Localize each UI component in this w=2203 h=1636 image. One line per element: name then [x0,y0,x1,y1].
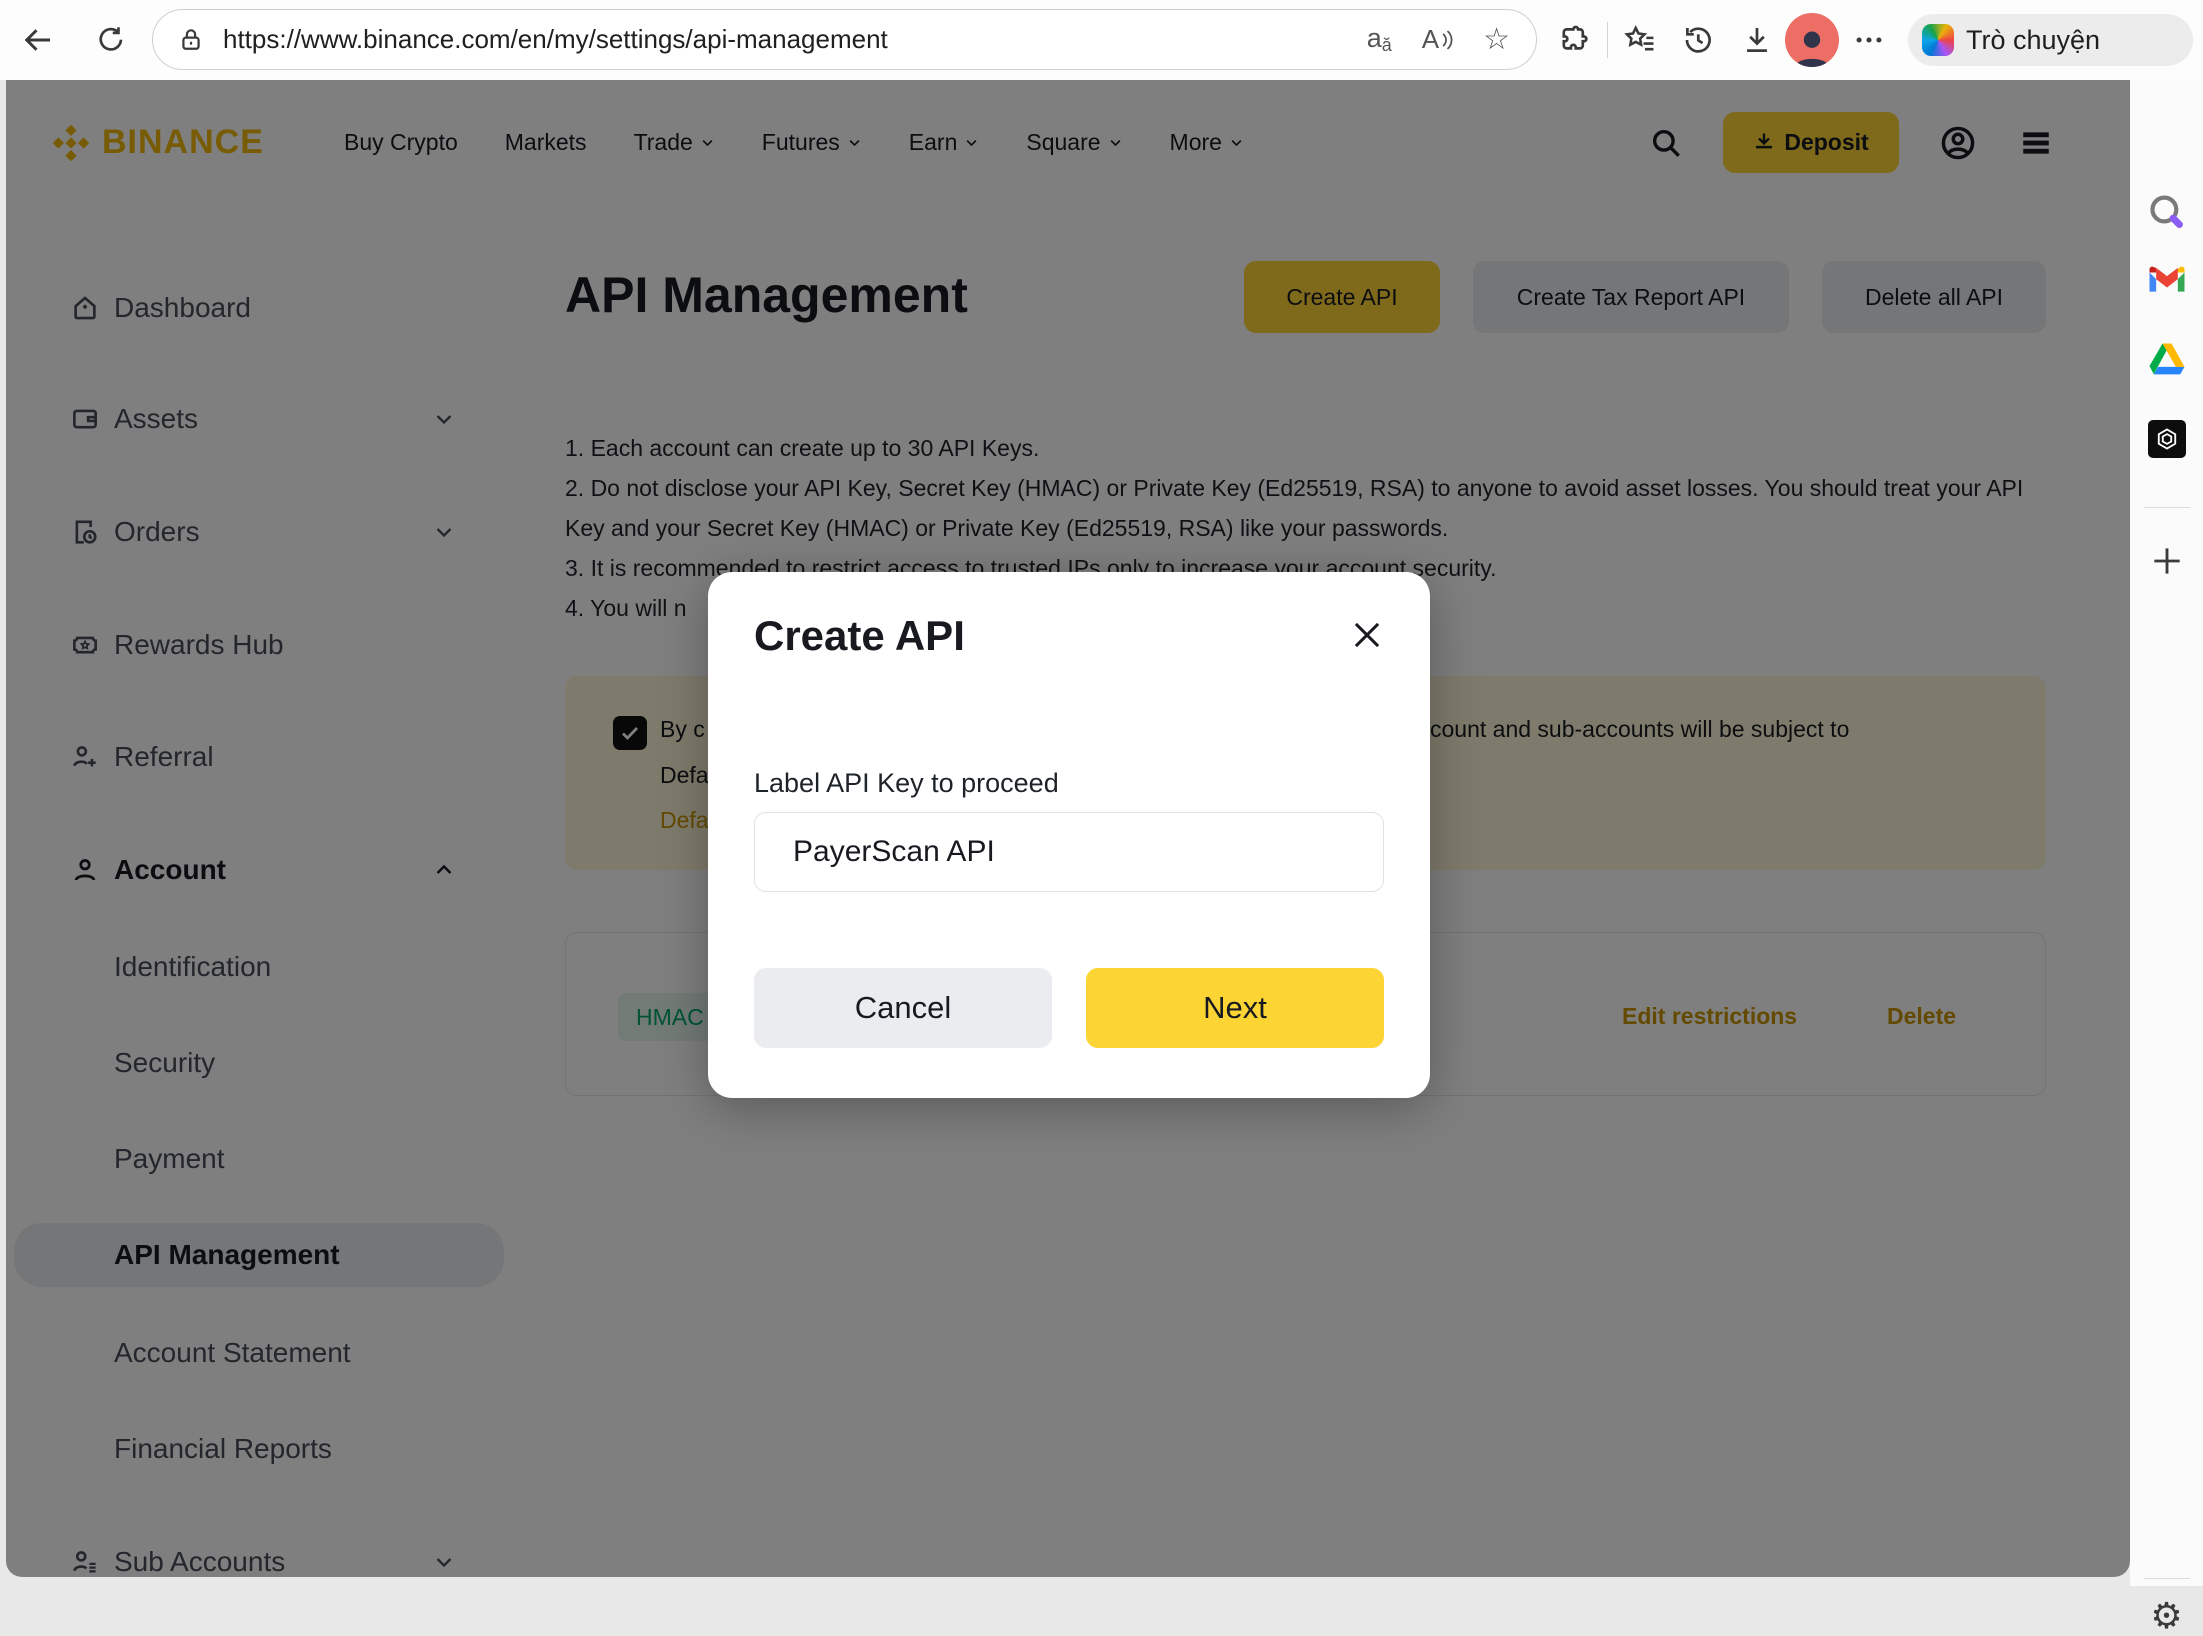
toolbar-divider [1607,22,1608,58]
create-api-modal: Create API Label API Key to proceed Canc… [708,572,1430,1098]
bing-search-icon[interactable] [2146,192,2188,234]
more-options-icon[interactable] [1852,23,1886,57]
reload-icon[interactable] [95,24,127,56]
cancel-button[interactable]: Cancel [754,968,1052,1048]
chatgpt-icon[interactable] [2148,420,2186,458]
copilot-logo-icon [1922,24,1954,56]
address-bar-actions: aă A ☆ [1367,23,1536,56]
rail-divider [2144,507,2190,508]
rail-divider [2144,1578,2190,1579]
profile-avatar[interactable] [1785,13,1839,67]
gmail-icon[interactable] [2147,264,2187,296]
api-key-name-input[interactable] [754,812,1384,892]
downloads-icon[interactable] [1740,23,1774,57]
copilot-button[interactable]: Trò chuyện [1908,14,2193,66]
history-icon[interactable] [1681,23,1715,57]
copilot-label: Trò chuyện [1966,25,2100,56]
google-drive-icon[interactable] [2147,340,2187,376]
lock-icon [177,26,205,54]
browser-toolbar: https://www.binance.com/en/my/settings/a… [0,0,2203,80]
favorite-star-icon[interactable]: ☆ [1483,25,1510,55]
screen: { "browser": { "url": "https://www.binan… [0,0,2203,1586]
favorites-hub-icon[interactable] [1623,23,1657,57]
settings-gear-icon[interactable]: ⚙ [2150,1598,2182,1634]
read-aloud-icon[interactable]: A [1422,24,1453,55]
address-bar[interactable]: https://www.binance.com/en/my/settings/a… [152,9,1537,70]
close-icon[interactable] [1348,616,1386,654]
next-button[interactable]: Next [1086,968,1384,1048]
avatar-silhouette [1790,27,1834,67]
url-text[interactable]: https://www.binance.com/en/my/settings/a… [223,24,888,55]
extensions-puzzle-icon[interactable] [1558,23,1592,57]
back-icon[interactable] [20,22,56,58]
edge-sidebar: ⚙ [2130,80,2203,1586]
modal-title: Create API [754,612,965,660]
api-key-label: Label API Key to proceed [754,768,1059,799]
add-sidebar-item-icon[interactable] [2148,542,2186,580]
translate-icon[interactable]: aă [1367,23,1392,56]
